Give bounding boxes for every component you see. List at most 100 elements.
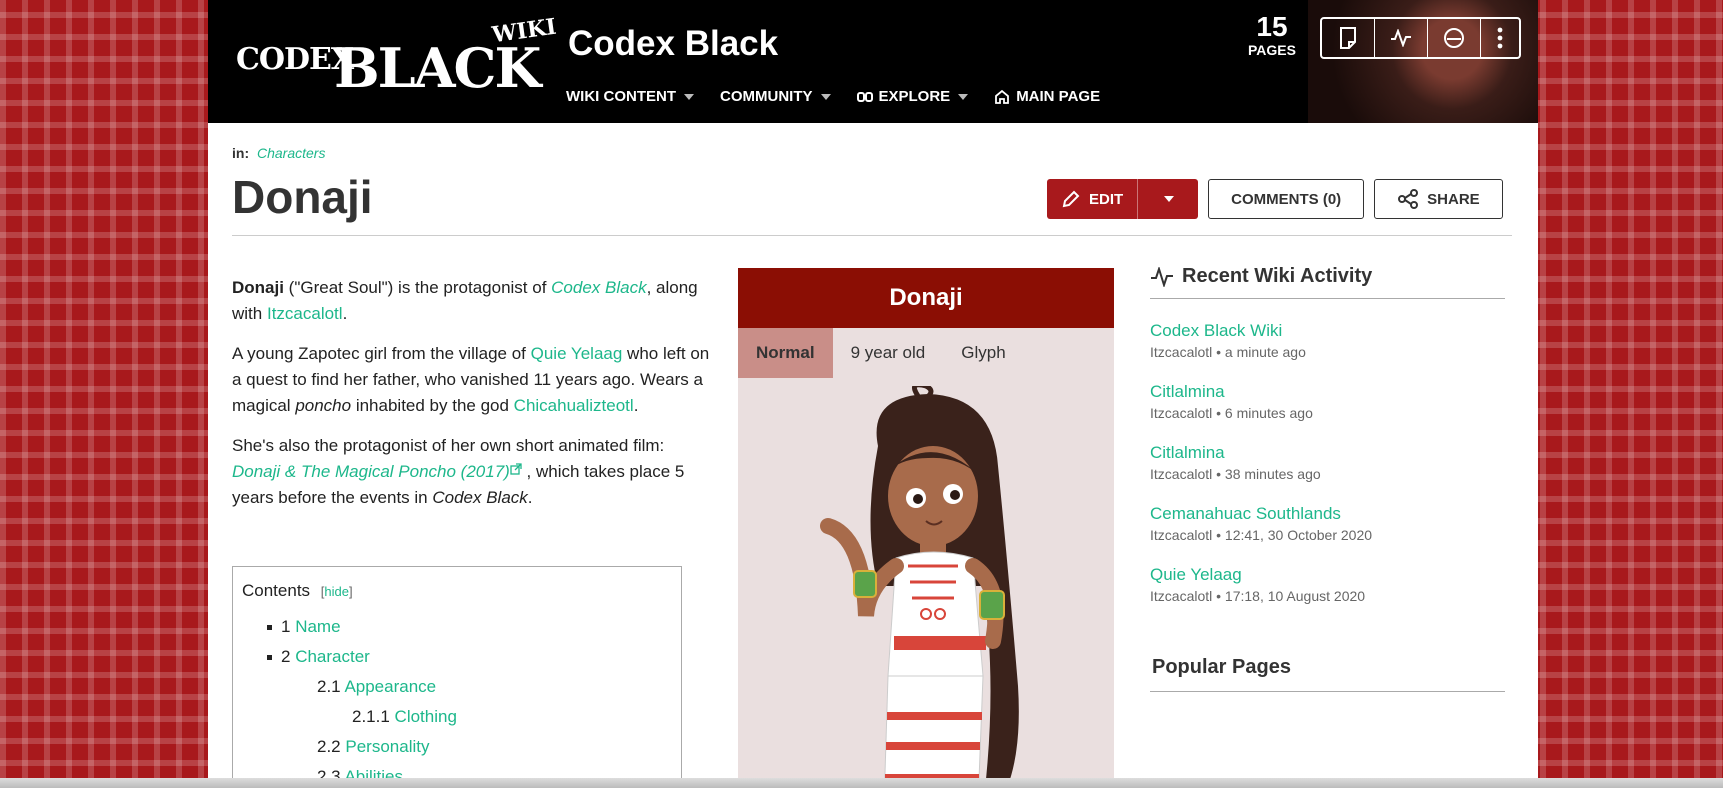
home-icon	[995, 89, 1010, 104]
share-label: SHARE	[1427, 190, 1480, 208]
activity-link[interactable]: Citlalmina	[1150, 443, 1505, 463]
pages-count-label: PAGES	[1248, 42, 1296, 58]
bullet-icon	[267, 625, 272, 631]
toc-header: Contents [hide]	[242, 581, 353, 601]
link-codex-black[interactable]: Codex Black	[551, 278, 646, 297]
nav-label: EXPLORE	[878, 88, 951, 105]
activity-icon	[1391, 29, 1411, 47]
site-logo[interactable]: CODEX BLACK WIKI	[236, 14, 558, 100]
toc-num: 2	[281, 647, 291, 666]
activity-link[interactable]: Codex Black Wiki	[1150, 321, 1505, 341]
more-button[interactable]	[1481, 19, 1519, 57]
discussions-button[interactable]	[1428, 19, 1481, 57]
toc-link[interactable]: Appearance	[344, 677, 436, 696]
divider	[1150, 691, 1505, 692]
toc-num: 2.2	[317, 737, 341, 756]
chevron-down-icon	[820, 93, 831, 100]
activity-link[interactable]: Quie Yelaag	[1150, 565, 1505, 585]
nav-label: WIKI CONTENT	[566, 88, 676, 105]
activity-meta: Itzcacalotl • 6 minutes ago	[1150, 405, 1313, 421]
wiki-page: CODEX BLACK WIKI Codex Black WIKI CONTEN…	[208, 0, 1538, 788]
nav-label: MAIN PAGE	[1016, 88, 1101, 105]
add-page-button[interactable]	[1322, 19, 1375, 57]
toc-num: 2.1.1	[352, 707, 390, 726]
breadcrumb: in: Characters	[232, 145, 325, 161]
edit-button[interactable]: EDIT	[1047, 179, 1139, 219]
top-nav: WIKI CONTENT COMMUNITY EXPLORE MAIN PAGE	[566, 88, 1100, 105]
toc-item[interactable]: 2.2 Personality	[317, 737, 429, 757]
activity-item: Citlalmina Itzcacalotl • 6 minutes ago	[1150, 382, 1505, 421]
toc-link[interactable]: Clothing	[395, 707, 457, 726]
site-header: CODEX BLACK WIKI Codex Black WIKI CONTEN…	[208, 0, 1538, 123]
nav-main-page[interactable]: MAIN PAGE	[994, 88, 1100, 105]
edit-dropdown-button[interactable]	[1138, 179, 1198, 219]
page-title: Donaji	[232, 171, 373, 223]
activity-meta: Itzcacalotl • a minute ago	[1150, 344, 1306, 360]
chevron-down-icon	[684, 93, 694, 100]
external-link-icon	[510, 463, 522, 475]
activity-item: Codex Black Wiki Itzcacalotl • a minute …	[1150, 321, 1505, 360]
article-paragraph: A young Zapotec girl from the village of…	[232, 341, 714, 419]
title-divider	[232, 235, 1512, 236]
tab-9-year-old[interactable]: 9 year old	[833, 328, 944, 378]
article-body: Donaji ("Great Soul") is the protagonist…	[232, 275, 714, 525]
recent-activity-button[interactable]	[1375, 19, 1428, 57]
activity-link[interactable]: Cemanahuac Southlands	[1150, 504, 1505, 524]
pages-count-number: 15	[1256, 11, 1288, 42]
toc-link[interactable]: Personality	[345, 737, 429, 756]
link-donaji-film[interactable]: Donaji & The Magical Poncho (2017)	[232, 462, 510, 481]
link-chicahualizteotl[interactable]: Chicahualizteotl	[514, 396, 634, 415]
chevron-down-icon	[1164, 196, 1175, 202]
comments-button[interactable]: COMMENTS (0)	[1208, 179, 1365, 219]
toc-link[interactable]: Name	[295, 617, 340, 636]
breadcrumb-category-link[interactable]: Characters	[257, 145, 325, 161]
italic-text: Codex Black	[432, 488, 528, 507]
text: She's also the protagonist of her own sh…	[232, 436, 665, 455]
nav-explore[interactable]: EXPLORE	[856, 88, 969, 105]
infobox-title: Donaji	[738, 268, 1114, 328]
right-rail: Recent Wiki Activity Codex Black Wiki It…	[1150, 265, 1505, 692]
text: ("Great Soul") is the protagonist of	[283, 278, 552, 297]
link-itzcacalotl[interactable]: Itzcacalotl	[267, 304, 343, 323]
activity-icon	[1151, 266, 1173, 287]
toc-hide-toggle[interactable]: [hide]	[321, 584, 353, 599]
explore-icon	[856, 91, 873, 102]
activity-meta: Itzcacalotl • 38 minutes ago	[1150, 466, 1321, 482]
toc-num: 2.1	[317, 677, 341, 696]
link-quie-yelaag[interactable]: Quie Yelaag	[531, 344, 623, 363]
divider	[1150, 298, 1505, 299]
nav-wiki-content[interactable]: WIKI CONTENT	[566, 88, 694, 105]
comments-label: COMMENTS (0)	[1231, 190, 1342, 208]
table-of-contents: Contents [hide] 1 Name 2 Character 2.1 A…	[232, 566, 682, 788]
popular-pages-title: Popular Pages	[1152, 656, 1291, 678]
toc-hide-link[interactable]: hide	[324, 584, 349, 599]
tab-glyph[interactable]: Glyph	[943, 328, 1023, 378]
recent-activity-header: Recent Wiki Activity	[1150, 265, 1505, 288]
activity-link[interactable]: Citlalmina	[1150, 382, 1505, 402]
pages-counter[interactable]: 15 PAGES	[1248, 11, 1296, 59]
tab-normal[interactable]: Normal	[738, 328, 833, 378]
share-button[interactable]: SHARE	[1374, 179, 1503, 219]
discussions-icon	[1444, 28, 1464, 48]
toc-item[interactable]: 2.1 Appearance	[317, 677, 436, 697]
edit-label: EDIT	[1089, 190, 1124, 208]
more-icon	[1497, 27, 1503, 49]
activity-meta: Itzcacalotl • 17:18, 10 August 2020	[1150, 588, 1366, 604]
bullet-icon	[267, 655, 272, 661]
article-paragraph: She's also the protagonist of her own sh…	[232, 433, 714, 511]
site-title[interactable]: Codex Black	[568, 24, 778, 64]
toc-link[interactable]: Character	[295, 647, 370, 666]
window-bottom-edge	[0, 778, 1723, 788]
nav-community[interactable]: COMMUNITY	[720, 88, 831, 105]
text: .	[633, 396, 639, 415]
toc-item[interactable]: 2.1.1 Clothing	[352, 707, 457, 727]
activity-meta: Itzcacalotl • 12:41, 30 October 2020	[1150, 527, 1373, 543]
character-image[interactable]	[808, 386, 1048, 788]
text: .	[527, 488, 533, 507]
toc-item[interactable]: 2 Character	[267, 647, 370, 667]
breadcrumb-prefix: in:	[232, 145, 250, 161]
activity-item: Cemanahuac Southlands Itzcacalotl • 12:4…	[1150, 504, 1505, 543]
character-infobox: Donaji Normal 9 year old Glyph	[738, 268, 1114, 788]
toc-item[interactable]: 1 Name	[267, 617, 341, 637]
wiki-tools	[1320, 17, 1521, 59]
